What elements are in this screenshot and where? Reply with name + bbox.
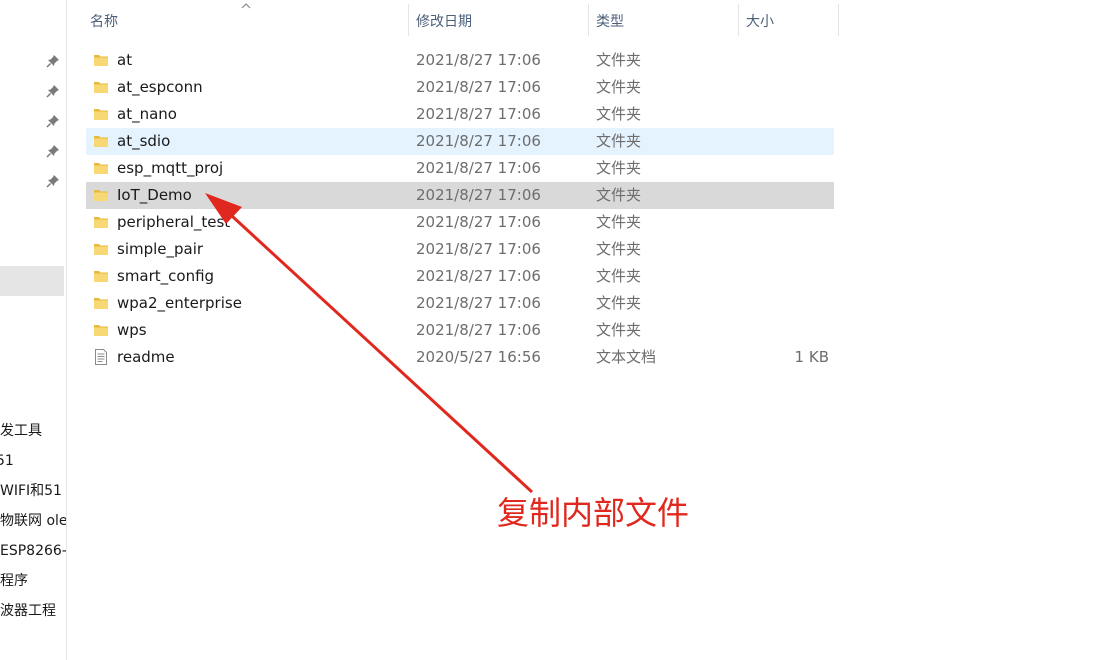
annotation-arrow [205,193,534,494]
annotation-text: 复制内部文件 [497,494,690,532]
